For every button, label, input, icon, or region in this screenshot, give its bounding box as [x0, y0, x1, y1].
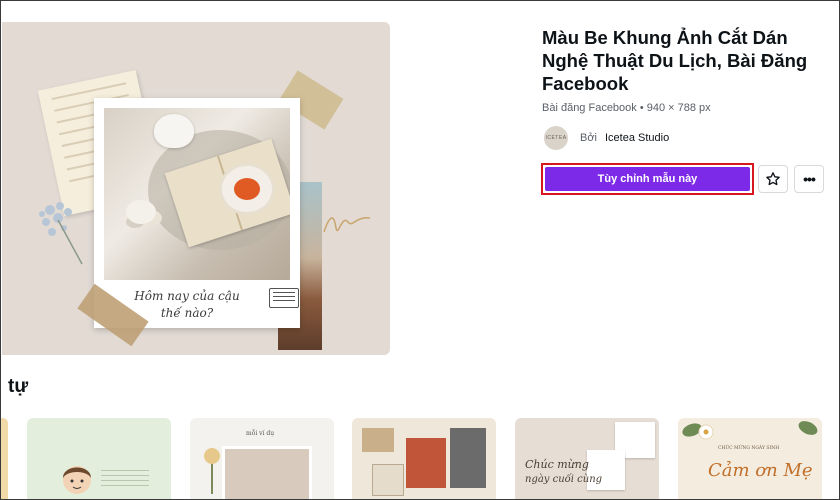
- baby-breath-flower: [39, 202, 83, 265]
- cta-highlight: Tùy chỉnh mẫu này: [541, 163, 754, 195]
- card-greeting-1: Chúc mừng: [525, 458, 589, 471]
- more-horizontal-icon: •••: [803, 171, 816, 187]
- similar-section-title: tự: [8, 376, 29, 397]
- squiggle-doodle: [323, 217, 371, 233]
- tea-book-photo: [104, 108, 290, 280]
- flower-icon: [204, 448, 220, 494]
- template-meta: Bài đăng Facebook • 940 × 788 px: [542, 102, 711, 114]
- template-preview[interactable]: Hôm nay của cậu thế nào?: [2, 22, 390, 355]
- tea-cup-illustration: [222, 166, 272, 212]
- note-piece: [372, 464, 404, 496]
- card-title: Cảm ơn Mẹ: [708, 460, 813, 481]
- text-lines: [101, 466, 149, 486]
- more-options-button[interactable]: •••: [794, 165, 824, 193]
- favorite-button[interactable]: [758, 165, 788, 193]
- teapot-illustration: [154, 114, 194, 148]
- similar-template-card[interactable]: CHÚC MỪNG NGÀY SINH Cảm ơn Mẹ: [678, 418, 822, 500]
- leaf-flower-icon: [798, 421, 818, 435]
- postmark-stamp-icon: [269, 288, 299, 308]
- similar-template-card[interactable]: [27, 418, 171, 500]
- collage-piece: [362, 428, 394, 452]
- card-greeting-2: ngày cuối cùng: [525, 474, 603, 485]
- polaroid-frame: Hôm nay của cậu thế nào?: [94, 98, 300, 328]
- photo-piece: [450, 428, 486, 488]
- avatar[interactable]: ICETEA: [544, 126, 568, 150]
- leaf-flower-icon: [682, 423, 714, 440]
- author-link[interactable]: Icetea Studio: [605, 132, 669, 144]
- card-caption: mỗi ví dụ: [246, 430, 275, 437]
- calendar-piece: [406, 438, 446, 488]
- caption-line-1: Hôm nay của cậu: [134, 289, 240, 303]
- similar-template-card[interactable]: mỗi ví dụ: [190, 418, 334, 500]
- template-title: Màu Be Khung Ảnh Cắt Dán Nghệ Thuật Du L…: [542, 27, 808, 94]
- similar-template-card[interactable]: [0, 418, 8, 500]
- family-photo: [222, 446, 312, 500]
- similar-template-card[interactable]: [352, 418, 496, 500]
- by-label: Bởi: [580, 132, 597, 144]
- star-outline-icon: [766, 172, 780, 186]
- author-row[interactable]: ICETEA Bởi Icetea Studio: [544, 126, 669, 150]
- customize-template-button[interactable]: Tùy chỉnh mẫu này: [545, 167, 750, 191]
- similar-template-card[interactable]: Chúc mừng ngày cuối cùng: [515, 418, 659, 500]
- girl-illustration: [63, 466, 91, 494]
- card-header: CHÚC MỪNG NGÀY SINH: [718, 446, 780, 451]
